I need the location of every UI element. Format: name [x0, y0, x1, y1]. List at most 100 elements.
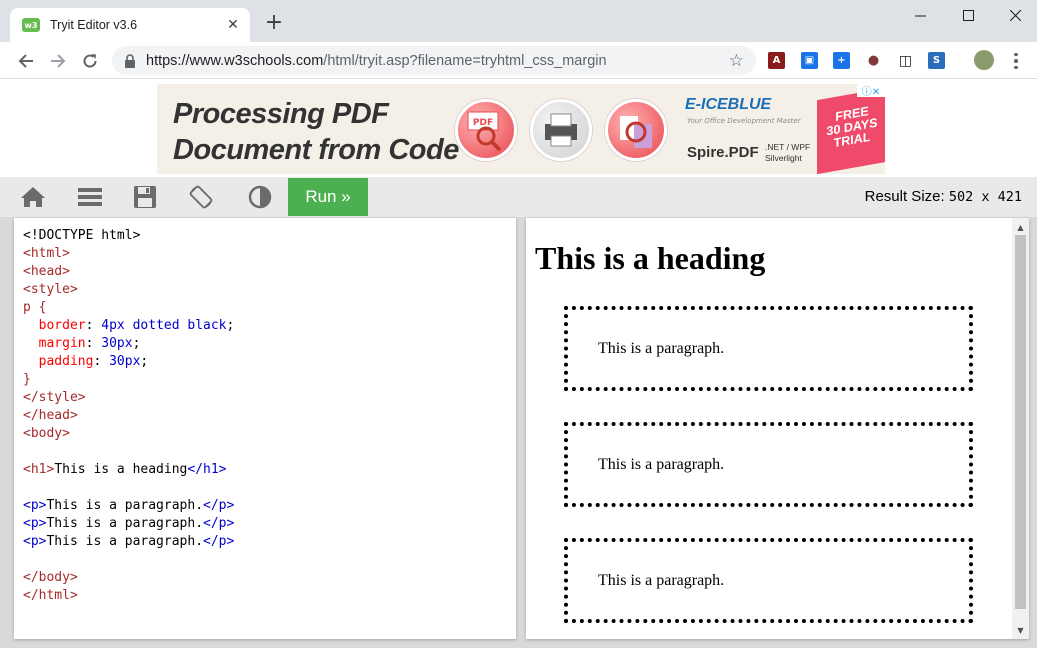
back-button[interactable] — [13, 48, 39, 74]
code-p-open: <p> — [23, 516, 47, 531]
s-extension-icon[interactable]: S — [928, 52, 945, 69]
profile-avatar[interactable] — [974, 50, 994, 70]
ad-headline-line1: Processing PDF — [173, 98, 389, 130]
code-text[interactable]: <!DOCTYPE html> <html> <head> <style> p … — [23, 227, 234, 605]
code-val-margin: 30px — [101, 336, 133, 351]
code-val-padding: 30px — [109, 354, 141, 369]
reader-extension-icon[interactable]: ▣ — [801, 52, 818, 69]
arrow-right-icon — [51, 54, 66, 68]
add-extension-icon[interactable]: + — [833, 52, 850, 69]
editor-toolbar: Run » Result Size: 502 x 421 — [0, 177, 1037, 217]
browser-menu-icon[interactable] — [1008, 51, 1024, 71]
scroll-up-arrow-icon[interactable]: ▲ — [1012, 220, 1029, 234]
code-head-close: </head> — [23, 408, 78, 423]
code-prop-border: border — [38, 318, 86, 333]
code-p-open: <p> — [23, 534, 47, 549]
theme-contrast-icon[interactable] — [247, 185, 273, 209]
result-paragraph: This is a paragraph. — [564, 422, 973, 507]
window-maximize-button[interactable] — [944, 0, 992, 30]
ad-platforms-line1: .NET / WPF — [765, 142, 811, 152]
reload-button[interactable] — [77, 48, 103, 74]
code-h1-text: This is a heading — [54, 462, 188, 477]
code-doctype: <!DOCTYPE html> — [23, 228, 141, 243]
ad-strip: Processing PDF Document from Code PDF E-… — [0, 80, 1037, 177]
url-path: /html/tryit.asp?filename=tryhtml_css_mar… — [323, 52, 607, 69]
code-html-open: <html> — [23, 246, 70, 261]
forward-button[interactable] — [45, 48, 71, 74]
ad-headline: Processing PDF Document from Code — [173, 96, 459, 168]
tab-close-icon[interactable]: ✕ — [224, 16, 242, 34]
book-extension-icon[interactable]: ◫ — [897, 52, 914, 69]
acrobat-extension-icon[interactable]: A — [768, 52, 785, 69]
ad-brand: E-ICEBLUE — [685, 96, 772, 113]
tab-title: Tryit Editor v3.6 — [50, 18, 138, 32]
maximize-icon — [962, 9, 974, 21]
url-domain: https://www.w3schools.com — [146, 52, 324, 69]
code-p-text: This is a paragraph. — [46, 498, 204, 513]
code-p-close: </p> — [203, 516, 235, 531]
ad-platforms: .NET / WPF Silverlight — [765, 142, 810, 164]
ad-brand-tagline: Your Office Development Master — [687, 117, 801, 125]
code-html-close: </html> — [23, 588, 78, 603]
run-button[interactable]: Run » — [288, 178, 368, 216]
code-brace-close: } — [23, 372, 31, 387]
editor-workarea: <!DOCTYPE html> <html> <head> <style> p … — [0, 217, 1037, 648]
scroll-down-arrow-icon[interactable]: ▼ — [1012, 623, 1029, 637]
ad-platforms-line2: Silverlight — [765, 153, 802, 163]
cookie-extension-icon[interactable]: ● — [865, 52, 882, 69]
window-minimize-button[interactable] — [896, 0, 944, 30]
lock-icon — [125, 53, 135, 68]
code-style-open: <style> — [23, 282, 78, 297]
result-frame[interactable]: This is a heading This is a paragraph. T… — [526, 218, 1029, 639]
code-body-open: <body> — [23, 426, 70, 441]
save-icon[interactable] — [132, 185, 158, 209]
code-h1-open: <h1> — [23, 462, 55, 477]
result-paragraph: This is a paragraph. — [564, 538, 973, 623]
result-heading: This is a heading — [535, 240, 766, 276]
ad-product: Spire.PDF — [687, 144, 759, 161]
code-body-close: </body> — [23, 570, 78, 585]
code-prop-margin: margin — [38, 336, 86, 351]
url-text: https://www.w3schools.com/html/tryit.asp… — [146, 53, 607, 69]
ad-pdf-label: PDF — [473, 118, 493, 128]
scroll-thumb[interactable] — [1015, 235, 1026, 609]
ad-free-trial-ribbon: FREE 30 DAYS TRIAL — [817, 87, 885, 174]
convert-icon — [605, 99, 667, 161]
pdf-search-icon: PDF — [455, 99, 517, 161]
result-scrollbar[interactable]: ▲ ▼ — [1012, 218, 1029, 639]
w3schools-favicon-icon: w3 — [22, 18, 40, 32]
code-h1-close: </h1> — [187, 462, 227, 477]
home-icon[interactable] — [20, 185, 46, 209]
result-paragraph: This is a paragraph. — [564, 306, 973, 391]
arrow-left-icon — [18, 54, 33, 68]
browser-toolbar: https://www.w3schools.com/html/tryit.asp… — [0, 42, 1037, 79]
bookmark-star-icon[interactable]: ☆ — [729, 51, 744, 71]
menu-icon[interactable] — [77, 185, 103, 209]
code-head-open: <head> — [23, 264, 70, 279]
reload-icon — [83, 54, 97, 68]
ad-choices-icon[interactable]: ⓘ✕ — [857, 83, 885, 98]
minimize-icon — [914, 15, 926, 16]
code-val-border: 4px dotted black — [101, 318, 227, 333]
code-prop-padding: padding — [38, 354, 94, 369]
code-p-open: <p> — [23, 498, 47, 513]
code-style-close: </style> — [23, 390, 86, 405]
result-size-value: 502 x 421 — [948, 189, 1022, 205]
result-size-label: Result Size: — [864, 188, 945, 205]
code-p-text: This is a paragraph. — [46, 534, 204, 549]
code-p-close: </p> — [203, 534, 235, 549]
ad-banner[interactable]: Processing PDF Document from Code PDF E-… — [157, 84, 885, 174]
ad-headline-line2: Document from Code — [173, 134, 459, 166]
result-size: Result Size: 502 x 421 — [865, 188, 1022, 205]
code-p-close: </p> — [203, 498, 235, 513]
new-tab-button[interactable]: + — [262, 12, 286, 36]
code-p-text: This is a paragraph. — [46, 516, 204, 531]
window-close-button[interactable] — [991, 0, 1037, 30]
browser-titlebar: w3 Tryit Editor v3.6 ✕ + — [0, 0, 1037, 42]
code-selector: p { — [23, 300, 47, 315]
address-bar[interactable]: https://www.w3schools.com/html/tryit.asp… — [112, 46, 756, 75]
browser-tab[interactable]: w3 Tryit Editor v3.6 ✕ — [10, 8, 250, 42]
printer-icon — [530, 99, 592, 161]
code-editor[interactable]: <!DOCTYPE html> <html> <head> <style> p … — [14, 218, 516, 639]
rotate-orientation-icon[interactable] — [188, 185, 214, 209]
